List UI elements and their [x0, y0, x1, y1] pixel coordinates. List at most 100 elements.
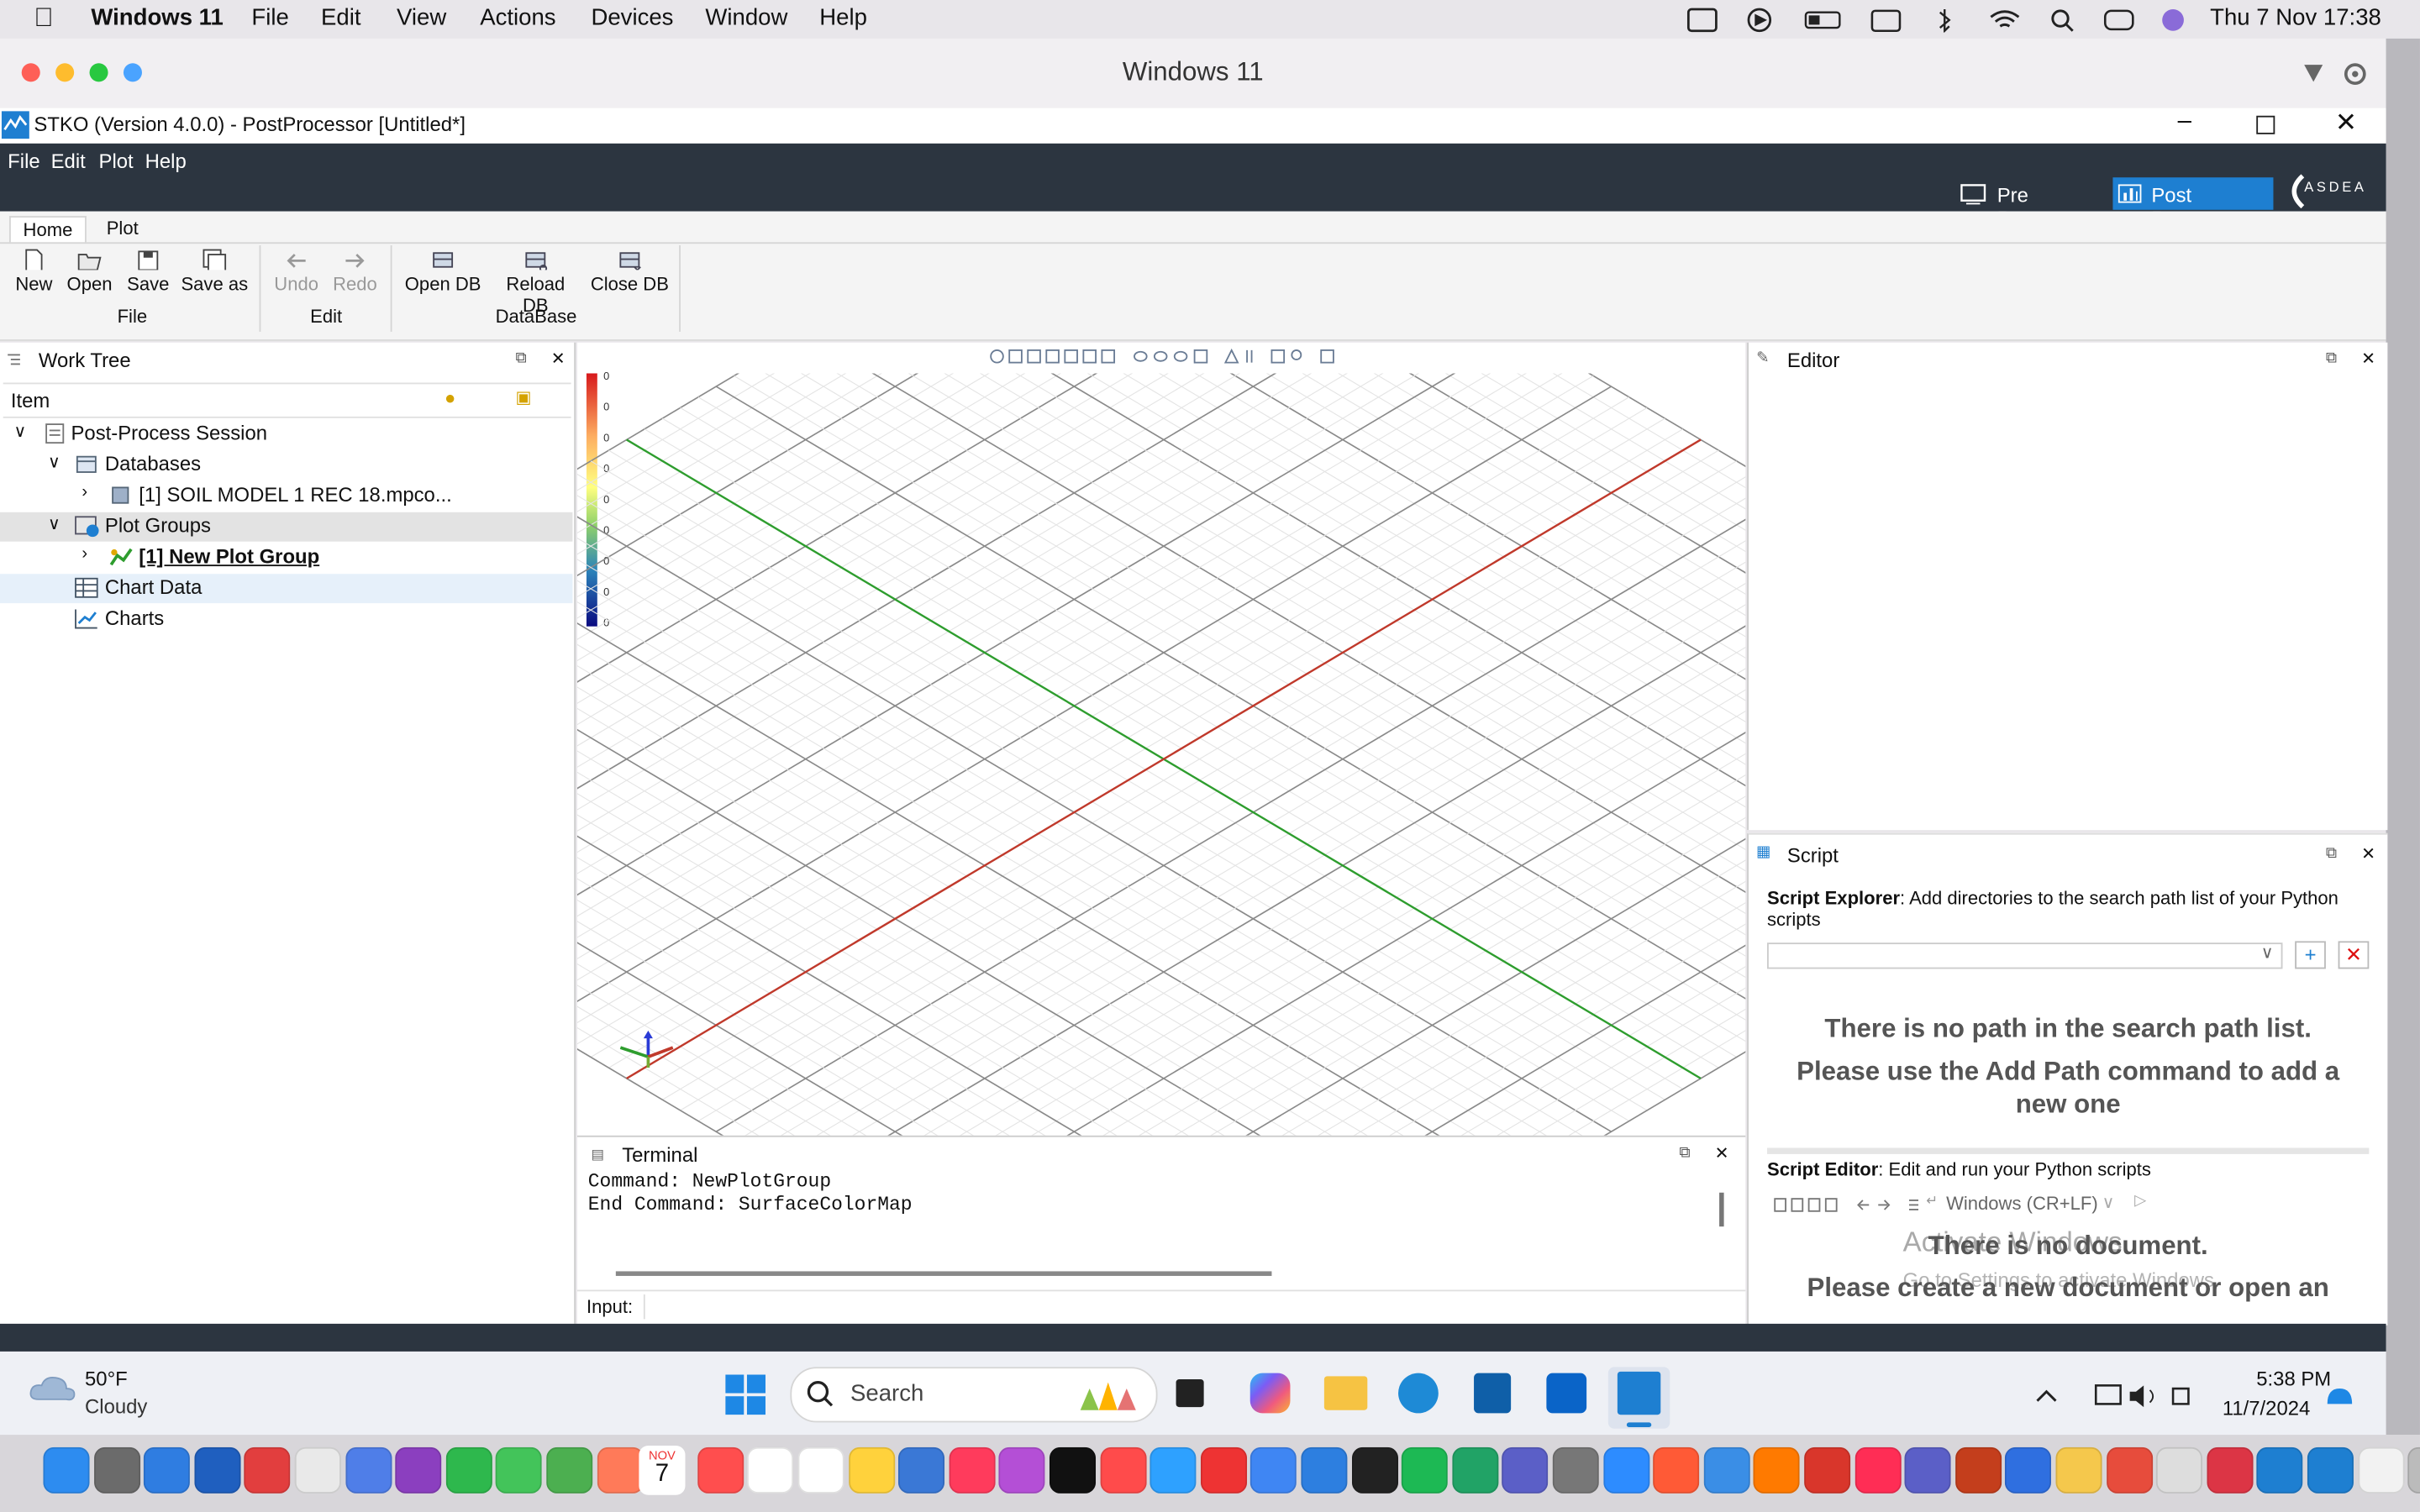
- dock-app-icon[interactable]: [2407, 1446, 2420, 1494]
- dock-app-icon[interactable]: [194, 1446, 241, 1494]
- weather-temp[interactable]: 50°F: [85, 1367, 128, 1390]
- dock-app-icon[interactable]: [1502, 1446, 1549, 1494]
- chevron-right-icon[interactable]: ›: [82, 544, 87, 563]
- save-button[interactable]: Save: [124, 249, 173, 295]
- windows-start-icon[interactable]: [725, 1374, 766, 1415]
- open-button[interactable]: Open: [65, 249, 114, 295]
- save-as-button[interactable]: Save as: [179, 249, 250, 295]
- close-panel-icon[interactable]: ✕: [2361, 349, 2375, 369]
- search-path-combo[interactable]: ∨: [1767, 942, 2283, 969]
- dock-app-icon[interactable]: [294, 1446, 341, 1494]
- dock-app-icon[interactable]: [999, 1446, 1046, 1494]
- close-panel-icon[interactable]: ✕: [551, 349, 566, 369]
- lightbulb-icon[interactable]: ●: [445, 387, 455, 409]
- post-processor-button[interactable]: Post Processor: [2112, 177, 2274, 230]
- dock-app-icon[interactable]: [496, 1446, 543, 1494]
- store-icon[interactable]: [1474, 1373, 1512, 1414]
- dock-app-icon[interactable]: [1804, 1446, 1851, 1494]
- tree-item-databases[interactable]: ∨ Databases: [0, 450, 572, 480]
- float-panel-icon[interactable]: ⧉: [515, 350, 526, 367]
- copilot-icon[interactable]: [1249, 1373, 1291, 1414]
- lock-icon[interactable]: ▣: [515, 387, 531, 407]
- taskbar-search[interactable]: Search: [790, 1367, 1158, 1423]
- add-path-button[interactable]: +: [2295, 941, 2326, 969]
- viewport-3d[interactable]: 0 0 0 0 0 0 0 0 0: [576, 342, 1746, 1136]
- dock-app-icon[interactable]: [2256, 1446, 2304, 1494]
- mac-menu-help[interactable]: Help: [819, 5, 867, 31]
- menu-plot[interactable]: Plot: [99, 150, 134, 173]
- chevron-right-icon[interactable]: ›: [82, 483, 87, 501]
- tree-item-session[interactable]: ∨ Post-Process Session: [0, 420, 572, 449]
- dock-app-icon[interactable]: [1854, 1446, 1902, 1494]
- dock-app-icon[interactable]: [345, 1446, 392, 1494]
- taskbar-date[interactable]: 11/7/2024: [2223, 1396, 2310, 1420]
- mac-menu-view[interactable]: View: [397, 5, 446, 31]
- dock-app-icon[interactable]: [1451, 1446, 1499, 1494]
- new-button[interactable]: New: [13, 249, 55, 295]
- dock-app-icon[interactable]: [1200, 1446, 1247, 1494]
- run-icon[interactable]: ▷: [2134, 1193, 2146, 1210]
- column-item[interactable]: Item: [11, 389, 50, 412]
- dock-app-icon[interactable]: [1402, 1446, 1449, 1494]
- dock-app-icon[interactable]: [2106, 1446, 2153, 1494]
- dock-app-icon[interactable]: [1703, 1446, 1750, 1494]
- dock-app-icon[interactable]: [546, 1446, 593, 1494]
- chevron-down-icon[interactable]: ∨: [14, 421, 27, 441]
- minimize-button[interactable]: –: [2178, 108, 2191, 136]
- tree-item-database-file[interactable]: › [1] SOIL MODEL 1 REC 18.mpco...: [0, 481, 572, 511]
- dock-app-icon[interactable]: [1552, 1446, 1599, 1494]
- mac-menu-devices[interactable]: Devices: [591, 5, 673, 31]
- calendar-app-icon[interactable]: NOV 7: [639, 1445, 686, 1495]
- dock-app-icon[interactable]: [1602, 1446, 1649, 1494]
- dock-app-icon[interactable]: [697, 1446, 744, 1494]
- close-panel-icon[interactable]: ✕: [2361, 844, 2375, 864]
- dock-app-icon[interactable]: [1904, 1446, 1951, 1494]
- dock-app-icon[interactable]: [244, 1446, 292, 1494]
- task-view-icon[interactable]: [1176, 1379, 1204, 1408]
- script-editor-toolbar[interactable]: [1773, 1195, 1943, 1214]
- dock-app-icon[interactable]: [395, 1446, 442, 1494]
- dock-app-icon[interactable]: [2207, 1446, 2254, 1494]
- mac-clock[interactable]: Thu 7 Nov 17:38: [2210, 5, 2381, 31]
- menu-edit[interactable]: Edit: [51, 150, 86, 173]
- redo-button[interactable]: Redo: [330, 249, 380, 295]
- taskbar-time[interactable]: 5:38 PM: [2256, 1367, 2331, 1390]
- dock-app-icon[interactable]: [898, 1446, 945, 1494]
- line-ending-select[interactable]: Windows (CR+LF): [1946, 1193, 2098, 1215]
- close-db-button[interactable]: Close DB: [590, 249, 671, 295]
- dock-app-icon[interactable]: [2055, 1446, 2102, 1494]
- menu-file[interactable]: File: [8, 150, 39, 173]
- dock-app-icon[interactable]: [797, 1446, 844, 1494]
- dock-app-icon[interactable]: [1954, 1446, 2002, 1494]
- tree-item-chart-data[interactable]: Chart Data: [0, 574, 573, 604]
- float-panel-icon[interactable]: ⧉: [2326, 350, 2337, 367]
- dock-app-icon[interactable]: [1351, 1446, 1398, 1494]
- dock-app-icon[interactable]: [2156, 1446, 2203, 1494]
- dock-app-icon[interactable]: [2005, 1446, 2052, 1494]
- stko-taskbar-button[interactable]: [1607, 1367, 1670, 1429]
- dock-app-icon[interactable]: [445, 1446, 492, 1494]
- tab-plot[interactable]: Plot: [94, 216, 150, 240]
- menu-help[interactable]: Help: [145, 150, 187, 173]
- chevron-down-icon[interactable]: ∨: [48, 514, 60, 533]
- close-button[interactable]: ✕: [2335, 108, 2357, 139]
- horizontal-scrollbar[interactable]: [615, 1271, 1272, 1276]
- mac-menu-edit[interactable]: Edit: [321, 5, 360, 31]
- apple-icon[interactable]: : [34, 3, 53, 34]
- dock-app-icon[interactable]: [747, 1446, 794, 1494]
- tree-item-plot-groups[interactable]: ∨ Plot Groups: [0, 512, 573, 542]
- file-explorer-icon[interactable]: [1323, 1376, 1368, 1410]
- mac-menu-actions[interactable]: Actions: [480, 5, 555, 31]
- dock-app-icon[interactable]: [43, 1446, 90, 1494]
- terminal-input[interactable]: [643, 1294, 1733, 1320]
- dock-app-icon[interactable]: [597, 1446, 644, 1494]
- tab-home[interactable]: Home: [9, 216, 87, 243]
- vertical-scrollbar[interactable]: [1719, 1192, 1724, 1227]
- mac-menu-window[interactable]: Window: [705, 5, 787, 31]
- chevron-down-icon[interactable]: ∨: [48, 452, 60, 472]
- tree-item-charts[interactable]: Charts: [0, 605, 572, 634]
- dock-app-icon[interactable]: [949, 1446, 996, 1494]
- dock-app-icon[interactable]: [1250, 1446, 1297, 1494]
- dock-app-icon[interactable]: [1150, 1446, 1197, 1494]
- float-panel-icon[interactable]: ⧉: [2326, 846, 2337, 863]
